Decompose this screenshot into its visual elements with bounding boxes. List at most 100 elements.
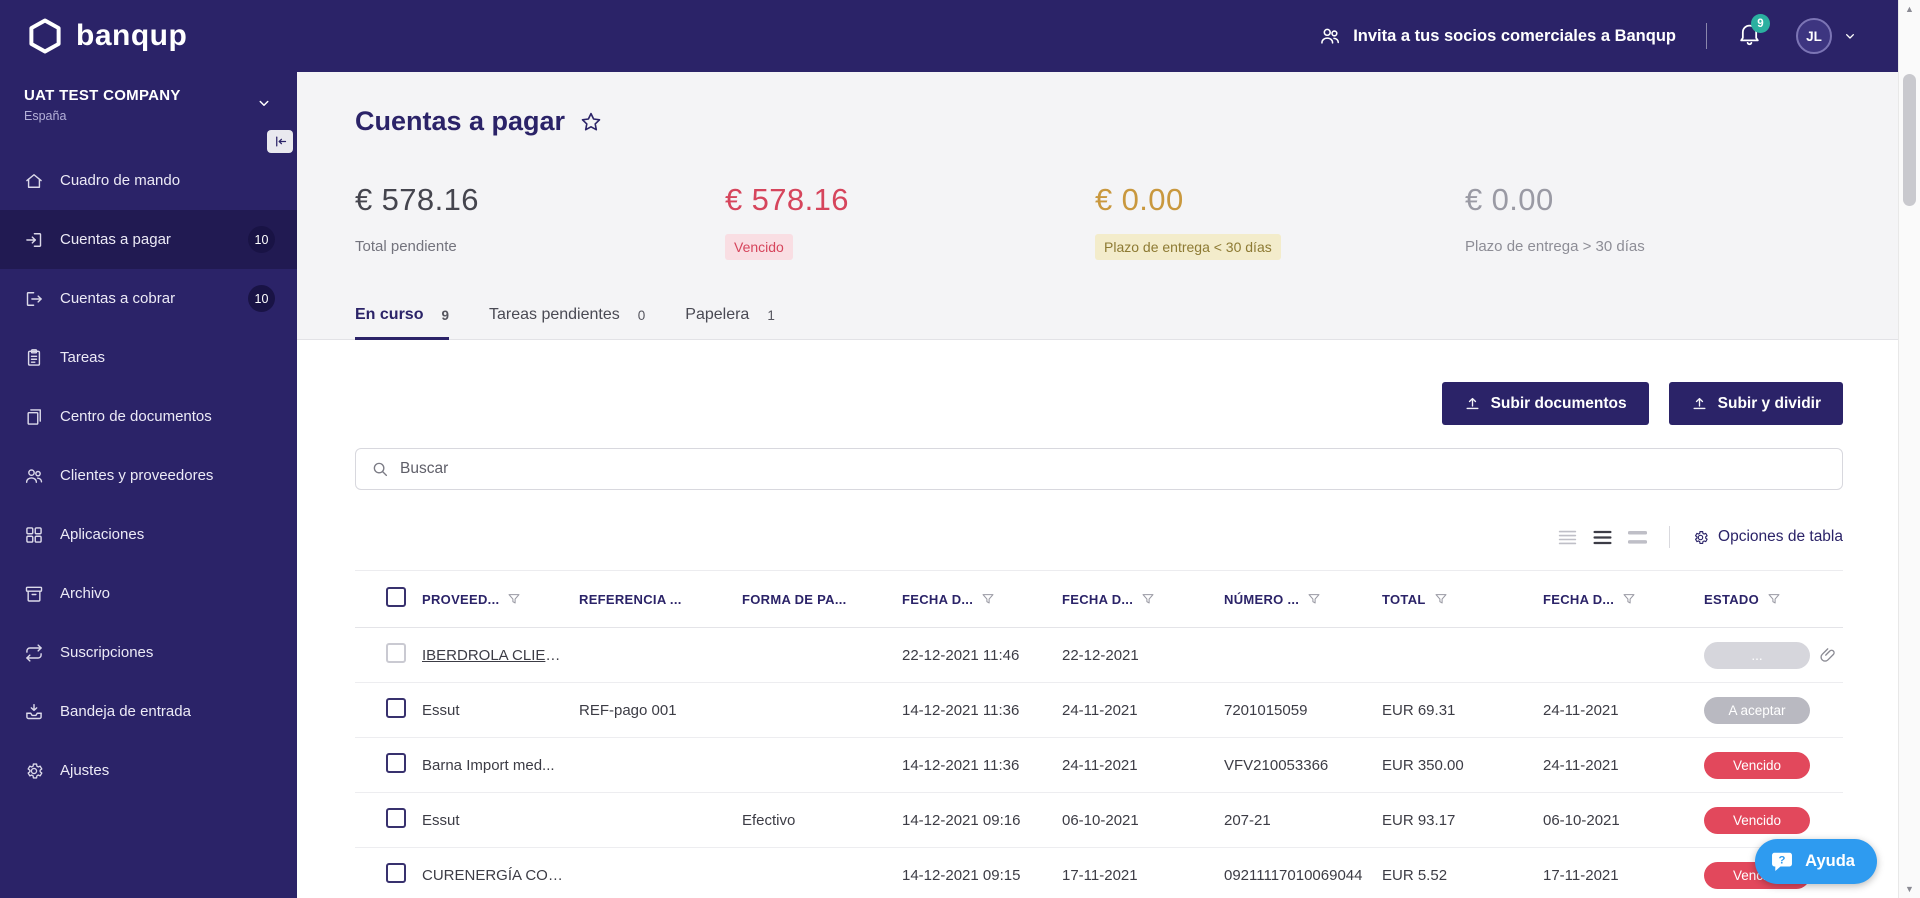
user-menu[interactable]: JL xyxy=(1796,18,1858,54)
logo-text: banqup xyxy=(76,19,188,52)
sidebar-item-label: Clientes y proveedores xyxy=(60,467,214,484)
col-header-fecha-1[interactable]: FECHA D... xyxy=(902,592,1062,607)
summary-amount: € 578.16 xyxy=(355,182,479,217)
density-switcher xyxy=(1558,529,1648,546)
documents-icon xyxy=(24,407,44,427)
page-scrollbar[interactable]: ▲ ▼ xyxy=(1898,0,1920,898)
cell-proveedor[interactable]: IBERDROLA CLIEN... xyxy=(422,647,579,664)
filter-icon[interactable] xyxy=(1307,592,1321,606)
row-checkbox[interactable] xyxy=(386,753,406,773)
scrollbar-down-arrow[interactable]: ▼ xyxy=(1899,880,1920,898)
scrollbar-thumb[interactable] xyxy=(1903,74,1916,206)
table-row[interactable]: IBERDROLA CLIEN... 22-12-2021 11:46 22-1… xyxy=(355,628,1843,683)
gear-icon xyxy=(1692,529,1709,546)
cell-fecha-2: 06-10-2021 xyxy=(1062,811,1139,829)
sidebar-item-tareas[interactable]: Tareas xyxy=(0,328,297,387)
tab-tareas-pendientes[interactable]: Tareas pendientes 0 xyxy=(489,306,645,339)
density-compact-icon[interactable] xyxy=(1558,529,1577,546)
tab-count: 9 xyxy=(441,307,449,323)
receivables-count-badge: 10 xyxy=(248,285,275,312)
page-title: Cuentas a pagar xyxy=(355,106,566,136)
row-checkbox[interactable] xyxy=(386,808,406,828)
sidebar-item-aplicaciones[interactable]: Aplicaciones xyxy=(0,505,297,564)
button-label: Subir documentos xyxy=(1490,394,1627,412)
page-header: Cuentas a pagar € 578.16 Total pendiente… xyxy=(297,72,1920,260)
tab-label: En curso xyxy=(355,306,424,323)
table-row[interactable]: Essut Efectivo 14-12-2021 09:16 06-10-20… xyxy=(355,793,1843,848)
filter-icon[interactable] xyxy=(981,592,995,606)
sidebar-item-label: Bandeja de entrada xyxy=(60,703,191,720)
table-row[interactable]: Barna Import med... 14-12-2021 11:36 24-… xyxy=(355,738,1843,793)
sidebar-item-label: Cuadro de mando xyxy=(60,172,181,189)
table-options-button[interactable]: Opciones de tabla xyxy=(1692,528,1843,546)
sidebar: UAT TEST COMPANY España Cuadro de mando … xyxy=(0,72,297,898)
col-header-fecha-3[interactable]: FECHA D... xyxy=(1543,592,1704,607)
chat-question-icon: ? xyxy=(1772,852,1793,871)
filter-icon[interactable] xyxy=(1767,592,1781,606)
dashboard-icon xyxy=(24,171,44,191)
select-all-checkbox[interactable] xyxy=(386,586,406,607)
sidebar-item-ajustes[interactable]: Ajustes xyxy=(0,741,297,800)
notification-count-badge: 9 xyxy=(1751,14,1770,33)
col-header-estado[interactable]: ESTADO xyxy=(1704,592,1843,607)
row-checkbox[interactable] xyxy=(386,698,406,718)
upload-documents-button[interactable]: Subir documentos xyxy=(1441,382,1649,425)
filter-icon[interactable] xyxy=(507,592,521,606)
sidebar-item-centro-de-documentos[interactable]: Centro de documentos xyxy=(0,387,297,446)
notifications-button[interactable]: 9 xyxy=(1737,14,1770,51)
summary-due-under-30: € 0.00 Plazo de entrega < 30 días xyxy=(1095,181,1465,260)
sidebar-item-clientes-y-proveedores[interactable]: Clientes y proveedores xyxy=(0,446,297,505)
col-header-forma-de-pago[interactable]: FORMA DE PA... xyxy=(742,592,902,607)
cell-estado: Vencido xyxy=(1704,751,1843,779)
cell-proveedor[interactable]: CURENERGÍA COM... xyxy=(422,867,579,884)
search-input[interactable] xyxy=(400,460,1827,478)
sidebar-collapse-button[interactable] xyxy=(267,130,293,153)
payables-count-badge: 10 xyxy=(248,226,275,253)
tab-en-curso[interactable]: En curso 9 xyxy=(355,306,449,340)
col-header-proveedor[interactable]: PROVEED... xyxy=(422,592,579,607)
help-button[interactable]: ? Ayuda xyxy=(1755,839,1877,884)
cell-numero: VFV210053366 xyxy=(1224,756,1329,774)
cell-proveedor[interactable]: Essut xyxy=(422,812,579,829)
company-selector[interactable]: UAT TEST COMPANY España xyxy=(0,72,297,135)
tab-papelera[interactable]: Papelera 1 xyxy=(685,306,775,339)
sidebar-item-cuentas-a-pagar[interactable]: Cuentas a pagar 10 xyxy=(0,210,297,269)
button-label: Subir y dividir xyxy=(1717,394,1821,412)
cell-proveedor[interactable]: Barna Import med... xyxy=(422,757,579,774)
chevron-down-icon xyxy=(1842,28,1858,44)
cell-proveedor[interactable]: Essut xyxy=(422,702,579,719)
upload-and-split-button[interactable]: Subir y dividir xyxy=(1668,382,1843,425)
summary-label-badge: Vencido xyxy=(725,233,793,260)
sidebar-item-archivo[interactable]: Archivo xyxy=(0,564,297,623)
subscriptions-icon xyxy=(24,643,44,663)
col-header-fecha-2[interactable]: FECHA D... xyxy=(1062,592,1224,607)
cell-fecha-2: 17-11-2021 xyxy=(1062,866,1138,884)
paperclip-icon[interactable] xyxy=(1819,646,1838,665)
col-header-numero[interactable]: NÚMERO ... xyxy=(1224,592,1382,607)
scrollbar-up-arrow[interactable]: ▲ xyxy=(1899,0,1920,18)
sidebar-item-bandeja-de-entrada[interactable]: Bandeja de entrada xyxy=(0,682,297,741)
status-badge: Vencido xyxy=(1704,751,1810,779)
sidebar-item-label: Tareas xyxy=(60,349,106,366)
help-button-label: Ayuda xyxy=(1805,852,1855,870)
sidebar-item-suscripciones[interactable]: Suscripciones xyxy=(0,623,297,682)
table-row[interactable]: Essut REF-pago 001 14-12-2021 11:36 24-1… xyxy=(355,683,1843,738)
summary-amount: € 0.00 xyxy=(1095,182,1184,217)
filter-icon[interactable] xyxy=(1141,592,1155,606)
sidebar-item-cuadro-de-mando[interactable]: Cuadro de mando xyxy=(0,151,297,210)
cell-fecha-2: 24-11-2021 xyxy=(1062,701,1138,719)
summary-overdue: € 578.16 Vencido xyxy=(725,181,1095,260)
density-medium-icon[interactable] xyxy=(1593,529,1612,546)
topbar-divider xyxy=(1706,23,1707,49)
sidebar-item-cuentas-a-cobrar[interactable]: Cuentas a cobrar 10 xyxy=(0,269,297,328)
table-row[interactable]: CURENERGÍA COM... 14-12-2021 09:15 17-11… xyxy=(355,848,1843,898)
filter-icon[interactable] xyxy=(1622,592,1636,606)
col-header-referencia[interactable]: REFERENCIA ... xyxy=(579,592,742,607)
tab-label: Tareas pendientes xyxy=(488,306,620,323)
favorite-star-icon[interactable] xyxy=(579,110,603,134)
row-checkbox[interactable] xyxy=(386,863,406,883)
filter-icon[interactable] xyxy=(1434,592,1448,606)
density-comfortable-icon[interactable] xyxy=(1628,529,1648,546)
col-header-total[interactable]: TOTAL xyxy=(1382,592,1543,607)
invite-partners-link[interactable]: Invita a tus socios comerciales a Banqup xyxy=(1319,25,1676,47)
